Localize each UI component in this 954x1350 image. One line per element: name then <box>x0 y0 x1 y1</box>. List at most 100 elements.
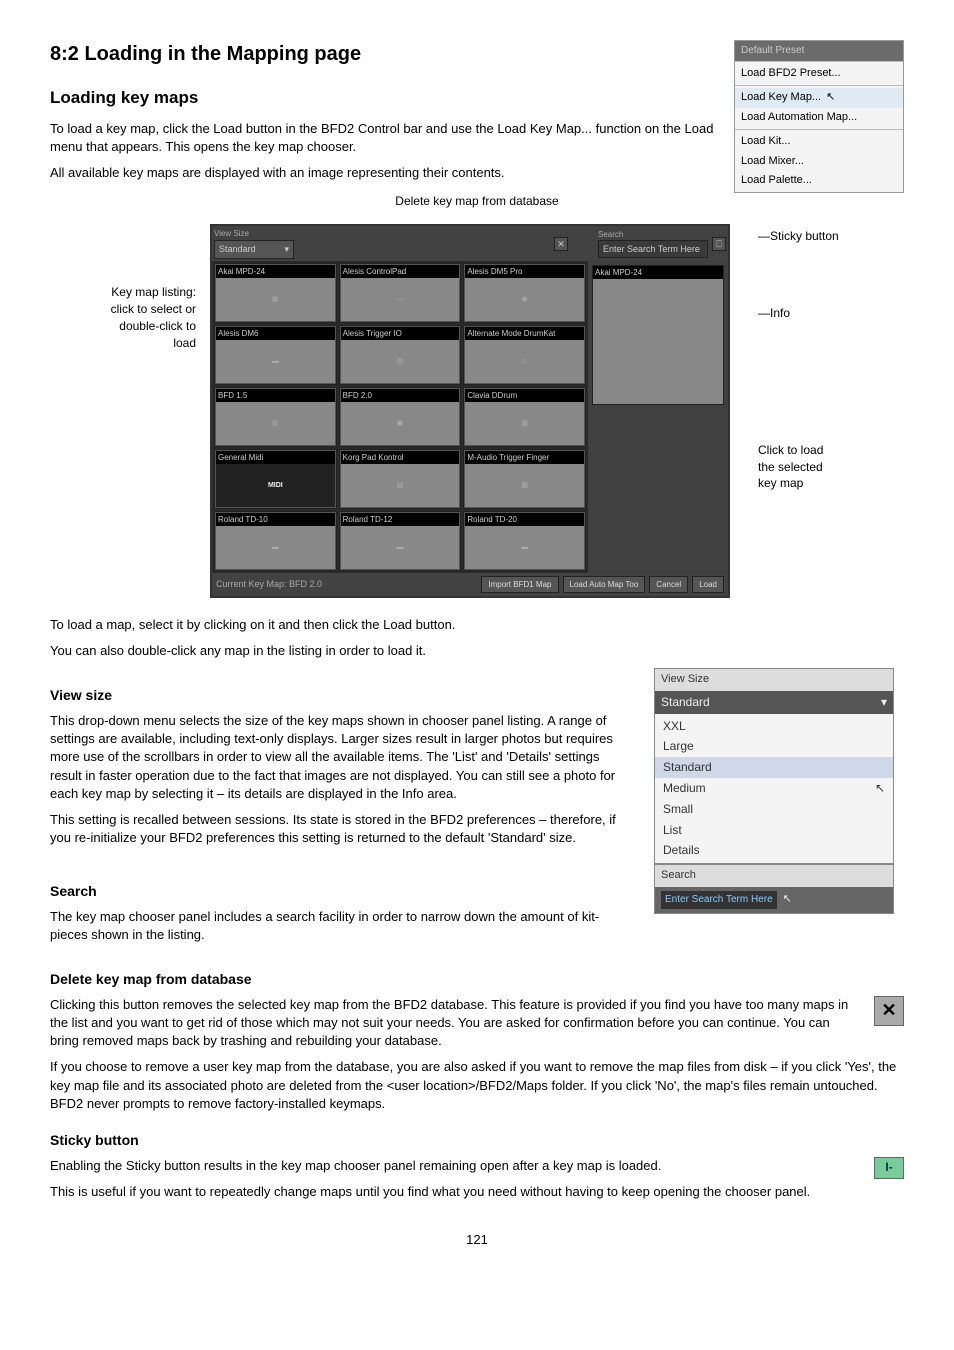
menu-item-load-kit[interactable]: Load Kit... <box>735 132 903 151</box>
keymap-thumb[interactable]: General MidiMIDI <box>214 449 337 509</box>
paragraph: This is useful if you want to repeatedly… <box>50 1183 904 1201</box>
viewsize-option[interactable]: Large <box>655 736 893 757</box>
paragraph: All available key maps are displayed wit… <box>50 164 714 182</box>
search-input[interactable]: Enter Search Term Here <box>598 240 708 259</box>
current-keymap-status: Current Key Map: BFD 2.0 <box>216 578 477 591</box>
viewsize-current[interactable]: Standard ▾ <box>655 691 893 714</box>
menu-item-load-palette[interactable]: Load Palette... <box>735 171 903 190</box>
viewsize-dropdown[interactable]: Standard ▾ <box>214 240 294 259</box>
keymap-thumb[interactable]: Clavia DDrum▦ <box>463 387 586 447</box>
viewsize-label: View Size <box>214 228 294 239</box>
viewsize-option-list: XXL Large Standard Medium ↖ Small List D… <box>655 714 893 864</box>
menu-item-load-mixer[interactable]: Load Mixer... <box>735 152 903 171</box>
keymap-thumb[interactable]: Roland TD-10▬ <box>214 511 337 571</box>
thumb-label: Roland TD-20 <box>465 513 584 526</box>
keymap-thumb[interactable]: Roland TD-12▬ <box>339 511 462 571</box>
menu-item-load-automation[interactable]: Load Automation Map... <box>735 108 903 127</box>
thumb-label: BFD 1.5 <box>216 389 335 402</box>
thumb-label: Clavia DDrum <box>465 389 584 402</box>
thumb-label: Alesis DM5 Pro <box>465 265 584 278</box>
paragraph: You can also double-click any map in the… <box>50 642 904 660</box>
viewsize-option[interactable]: Details <box>655 840 893 861</box>
keymap-thumb[interactable]: Alesis Trigger IO▤ <box>339 325 462 385</box>
thumb-label: Alesis DM6 <box>216 327 335 340</box>
load-menu: Default Preset Load BFD2 Preset... Load … <box>734 40 904 193</box>
search-inset-field[interactable]: Enter Search Term Here <box>661 891 777 909</box>
menu-item-label: Load Key Map... <box>741 91 821 103</box>
paragraph: The key map chooser panel includes a sea… <box>50 908 634 944</box>
page-title: 8:2 Loading in the Mapping page <box>50 40 714 68</box>
subheading-sticky: Sticky button <box>50 1131 904 1151</box>
callout-sticky: —Sticky button <box>758 228 904 245</box>
chevron-down-icon: ▾ <box>881 694 887 711</box>
menu-item-load-keymap[interactable]: Load Key Map... ↖ <box>735 88 903 107</box>
keymap-thumb[interactable]: Alesis DM5 Pro◉ <box>463 263 586 323</box>
paragraph: If you choose to remove a user key map f… <box>50 1058 904 1113</box>
menu-item-load-preset[interactable]: Load BFD2 Preset... <box>735 64 903 83</box>
viewsize-value: Standard <box>219 244 256 254</box>
viewsize-option[interactable]: XXL <box>655 716 893 737</box>
cursor-icon: ↖ <box>783 892 792 907</box>
viewsize-option-label: Medium <box>663 781 706 795</box>
search-inset-title: Search <box>655 865 893 886</box>
thumb-label: Alesis Trigger IO <box>341 327 460 340</box>
keymap-grid: Akai MPD-24▦ Alesis ControlPad▭ Alesis D… <box>212 261 588 573</box>
keymap-thumb[interactable]: Alesis DM6▬ <box>214 325 337 385</box>
thumb-label: BFD 2.0 <box>341 389 460 402</box>
thumb-label: M-Audio Trigger Finger <box>465 451 584 464</box>
thumb-label: Korg Pad Kontrol <box>341 451 460 464</box>
viewsize-option[interactable]: Medium ↖ <box>655 778 893 799</box>
chevron-down-icon: ▾ <box>284 243 289 256</box>
viewsize-option[interactable]: List <box>655 820 893 841</box>
keymap-thumb[interactable]: M-Audio Trigger Finger▩ <box>463 449 586 509</box>
callout-delete-label: Delete key map from database <box>50 193 904 210</box>
thumb-label: Roland TD-12 <box>341 513 460 526</box>
delete-keymap-button[interactable]: ✕ <box>554 237 568 251</box>
load-menu-title: Default Preset <box>735 41 903 61</box>
keymap-chooser: View Size Standard ▾ ✕ Search Enter Sear… <box>210 224 730 598</box>
viewsize-option[interactable]: Standard <box>655 757 893 778</box>
viewsize-inset-title: View Size <box>655 669 893 690</box>
cancel-button[interactable]: Cancel <box>649 576 688 593</box>
subheading-viewsize: View size <box>50 686 634 706</box>
paragraph: Clicking this button removes the selecte… <box>50 996 904 1051</box>
thumb-label: Alternate Mode DrumKat <box>465 327 584 340</box>
info-panel: Akai MPD-24 <box>592 265 724 405</box>
callout-listing: Key map listing: click to select or doub… <box>50 284 196 351</box>
sticky-icon: I- <box>874 1157 904 1179</box>
thumb-label: Alesis ControlPad <box>341 265 460 278</box>
callout-info: —Info <box>758 305 904 322</box>
thumb-label: Roland TD-10 <box>216 513 335 526</box>
keymap-thumb[interactable]: Alternate Mode DrumKat◇ <box>463 325 586 385</box>
search-inset: Search Enter Search Term Here ↖ <box>654 864 894 913</box>
paragraph: This drop-down menu selects the size of … <box>50 712 634 803</box>
paragraph: To load a key map, click the Load button… <box>50 120 714 156</box>
keymap-thumb[interactable]: BFD 1.5▥ <box>214 387 337 447</box>
page-number: 121 <box>50 1231 904 1249</box>
keymap-thumb[interactable]: Alesis ControlPad▭ <box>339 263 462 323</box>
load-button[interactable]: Load <box>692 576 724 593</box>
thumb-label: General Midi <box>216 451 335 464</box>
cursor-icon: ↖ <box>826 90 835 105</box>
delete-icon: ✕ <box>874 996 904 1026</box>
paragraph: Enabling the Sticky button results in th… <box>50 1157 904 1175</box>
viewsize-option[interactable]: Small <box>655 799 893 820</box>
cursor-icon: ↖ <box>875 780 885 797</box>
viewsize-inset: View Size Standard ▾ XXL Large Standard … <box>654 668 894 864</box>
keymap-thumb[interactable]: BFD 2.0▣ <box>339 387 462 447</box>
load-automap-button[interactable]: Load Auto Map Too <box>563 576 646 593</box>
paragraph: To load a map, select it by clicking on … <box>50 616 904 634</box>
subheading-loading: Loading key maps <box>50 86 714 110</box>
keymap-thumb[interactable]: Akai MPD-24▦ <box>214 263 337 323</box>
paragraph: This setting is recalled between session… <box>50 811 634 847</box>
keymap-thumb[interactable]: Korg Pad Kontrol▧ <box>339 449 462 509</box>
subheading-delete: Delete key map from database <box>50 970 904 990</box>
sticky-button[interactable]: ⎕ <box>712 237 726 251</box>
search-label: Search <box>598 229 708 240</box>
import-bfd1-button[interactable]: Import BFD1 Map <box>481 576 558 593</box>
thumb-label: Akai MPD-24 <box>216 265 335 278</box>
keymap-thumb[interactable]: Roland TD-20▬ <box>463 511 586 571</box>
viewsize-selected-label: Standard <box>661 694 710 711</box>
subheading-search: Search <box>50 882 634 902</box>
info-title: Akai MPD-24 <box>593 266 723 279</box>
